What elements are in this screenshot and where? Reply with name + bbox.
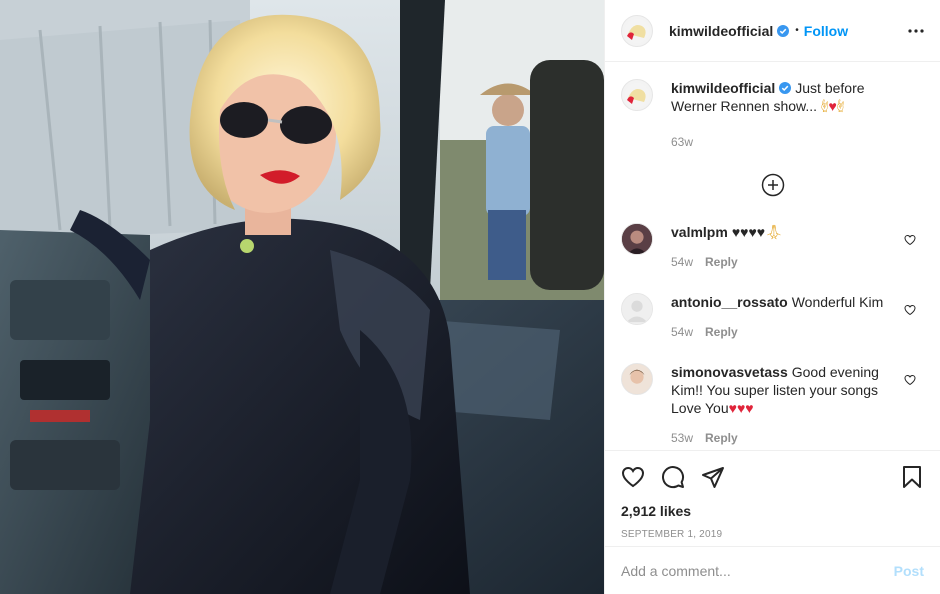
verified-badge-icon — [779, 82, 792, 94]
post-side-panel: kimwildeofficial • Follow kimwildeoffici… — [604, 0, 940, 594]
share-icon[interactable] — [701, 465, 725, 489]
comment-item: simonovasvetass Good evening Kim!! You su… — [621, 363, 924, 447]
verified-badge-icon — [777, 24, 790, 37]
avatar-icon — [625, 83, 649, 107]
comment-item: valmlpm ♥♥♥♥🙏︎ 54w Reply — [621, 223, 924, 271]
author-avatar[interactable] — [621, 14, 653, 47]
metal-hand-icon: 🤘︎ — [836, 98, 845, 114]
comment-like-icon[interactable] — [904, 373, 916, 389]
author-username[interactable]: kimwildeofficial — [669, 23, 773, 39]
post-date[interactable]: SEPTEMBER 1, 2019 — [621, 529, 924, 540]
caption: kimwildeofficial Just before Werner Renn… — [621, 79, 924, 151]
follow-button[interactable]: Follow — [804, 23, 848, 39]
bookmark-icon[interactable] — [900, 465, 924, 489]
comment-username[interactable]: simonovasvetass — [671, 364, 788, 380]
comment-time[interactable]: 53w — [671, 431, 693, 445]
heart-icon[interactable] — [621, 465, 645, 489]
red-heart-icon: ♥ — [745, 400, 754, 416]
commenter-avatar[interactable] — [621, 293, 653, 325]
reply-button[interactable]: Reply — [705, 255, 738, 269]
reply-button[interactable]: Reply — [705, 325, 738, 339]
comment-text: Wonderful Kim — [791, 294, 884, 310]
likes-count[interactable]: 2,912 likes — [621, 503, 924, 519]
load-more-comments-button[interactable] — [621, 173, 924, 197]
comment-like-icon[interactable] — [904, 233, 916, 249]
avatar-icon — [625, 18, 649, 43]
comment-icon[interactable] — [661, 465, 685, 489]
post-header: kimwildeofficial • Follow — [605, 0, 940, 62]
plus-circle-icon — [761, 173, 784, 197]
comment-text: ♥♥♥♥ — [731, 224, 766, 240]
post-actions: 2,912 likes SEPTEMBER 1, 2019 — [605, 450, 940, 540]
red-heart-icon: ♥ — [728, 400, 737, 416]
comment-like-icon[interactable] — [904, 303, 916, 319]
post-photo[interactable] — [0, 0, 604, 594]
comment-item: antonio__rossato Wonderful Kim 54w Reply — [621, 293, 924, 341]
add-comment-bar: Post — [605, 546, 940, 594]
default-avatar-icon — [622, 294, 652, 324]
caption-username[interactable]: kimwildeofficial — [671, 80, 775, 96]
commenter-avatar[interactable] — [621, 363, 653, 395]
reply-button[interactable]: Reply — [705, 431, 738, 445]
post-comment-button[interactable]: Post — [894, 563, 924, 579]
comment-time[interactable]: 54w — [671, 255, 693, 269]
comments-list[interactable]: kimwildeofficial Just before Werner Renn… — [605, 63, 940, 450]
red-heart-icon: ♥ — [828, 98, 837, 114]
more-options-icon[interactable] — [908, 28, 924, 33]
comment-username[interactable]: antonio__rossato — [671, 294, 788, 310]
red-heart-icon: ♥ — [736, 400, 746, 416]
comment-time[interactable]: 54w — [671, 325, 693, 339]
caption-time[interactable]: 63w — [671, 135, 693, 149]
commenter-avatar[interactable] — [621, 223, 653, 255]
comment-username[interactable]: valmlpm — [671, 224, 728, 240]
photo-of-woman-in-van-icon — [0, 0, 604, 594]
avatar-icon — [622, 224, 652, 254]
separator-dot: • — [795, 25, 799, 36]
avatar-icon — [622, 364, 652, 394]
caption-avatar[interactable] — [621, 79, 653, 111]
praying-hands-icon: 🙏︎ — [765, 224, 783, 240]
comment-input[interactable] — [621, 562, 894, 579]
